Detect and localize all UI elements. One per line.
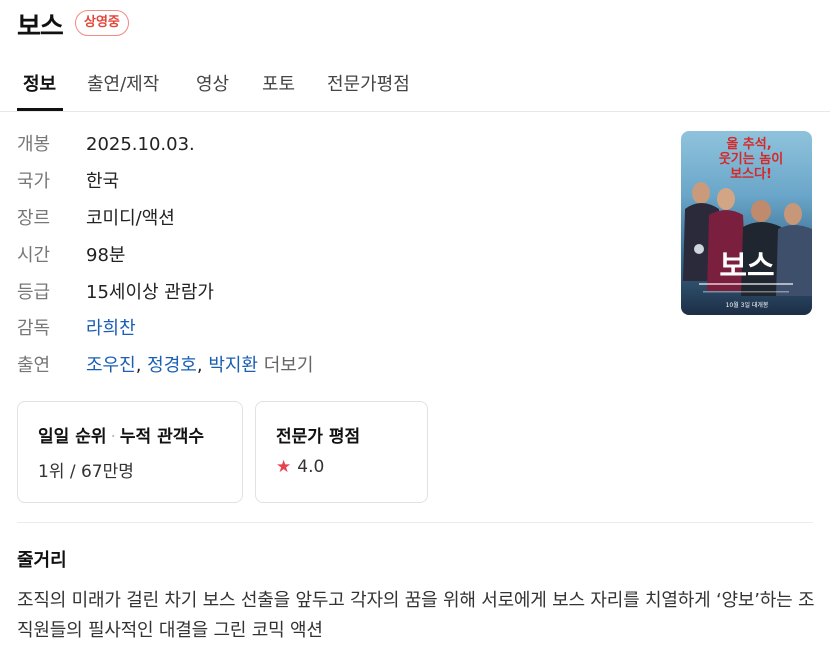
box-office-card[interactable]: 일일 순위 · 누적 관객수 1위 / 67만명 xyxy=(17,401,243,503)
country-label: 국가 xyxy=(17,171,51,192)
movie-poster[interactable]: 올 추석, 웃기는 놈이 보스다! 보스 10월 3일 대개봉 xyxy=(681,131,812,315)
cast-link-2[interactable]: 정경호 xyxy=(147,355,197,376)
rating-label: 등급 xyxy=(17,282,51,303)
movie-title: 보스 xyxy=(17,12,64,42)
poster-art: 올 추석, 웃기는 놈이 보스다! 보스 10월 3일 대개봉 xyxy=(683,136,812,309)
synopsis-text: 조직의 미래가 걸린 차기 보스 선출을 앞두고 각자의 꿈을 위해 서로에게 … xyxy=(17,590,815,641)
poster-date: 10월 3일 대개봉 xyxy=(726,301,769,309)
genre-value: 코미디/액션 xyxy=(86,208,175,229)
cast-more-link[interactable]: 더보기 xyxy=(264,355,314,376)
box-office-card-title: 일일 순위 · 누적 관객수 xyxy=(38,422,204,447)
release-value: 2025.10.03. xyxy=(86,134,195,155)
box-office-value: 1위 / 67만명 xyxy=(38,462,134,482)
runtime-value: 98분 xyxy=(86,245,126,266)
critic-score-value: ★ 4.0 xyxy=(276,457,324,477)
poster-headline-3: 보스다! xyxy=(730,166,772,182)
tab-critic-reviews[interactable]: 전문가평점 xyxy=(327,70,410,96)
director-label: 감독 xyxy=(17,318,51,339)
synopsis-heading: 줄거리 xyxy=(17,550,67,571)
cast-list: 조우진, 정경호, 박지환 더보기 xyxy=(86,351,313,381)
poster-headline-1: 올 추석, xyxy=(726,136,771,152)
critic-score: 4.0 xyxy=(297,457,325,477)
tab-photos[interactable]: 포토 xyxy=(262,70,295,96)
active-tab-indicator xyxy=(17,108,63,111)
tab-info[interactable]: 정보 xyxy=(23,70,56,96)
cast-link-3[interactable]: 박지환 xyxy=(208,355,258,376)
cast-label: 출연 xyxy=(17,355,51,376)
rating-value: 15세이상 관람가 xyxy=(86,282,214,303)
tab-videos[interactable]: 영상 xyxy=(196,70,229,96)
critic-score-card[interactable]: 전문가 평점 ★ 4.0 xyxy=(255,401,428,503)
director-link[interactable]: 라희찬 xyxy=(86,314,136,344)
status-badge: 상영중 xyxy=(75,10,129,36)
genre-label: 장르 xyxy=(17,208,51,229)
poster-logo: 보스 xyxy=(719,249,774,284)
cast-separator: , xyxy=(196,355,203,376)
tab-bar: 정보 출연/제작 영상 포토 전문가평점 xyxy=(0,56,830,112)
release-label: 개봉 xyxy=(17,134,51,155)
runtime-label: 시간 xyxy=(17,245,51,266)
star-icon: ★ xyxy=(276,457,292,477)
tab-cast-crew[interactable]: 출연/제작 xyxy=(87,70,159,96)
cast-separator: , xyxy=(135,355,142,376)
separator-dot: · xyxy=(110,427,116,447)
daily-rank-label: 일일 순위 xyxy=(38,427,107,447)
critic-card-title: 전문가 평점 xyxy=(276,427,361,447)
poster-headline-2: 웃기는 놈이 xyxy=(719,151,783,167)
audience-label: 누적 관객수 xyxy=(119,427,205,447)
section-divider xyxy=(17,522,813,523)
cast-link-1[interactable]: 조우진 xyxy=(86,355,136,376)
country-value: 한국 xyxy=(86,171,120,192)
